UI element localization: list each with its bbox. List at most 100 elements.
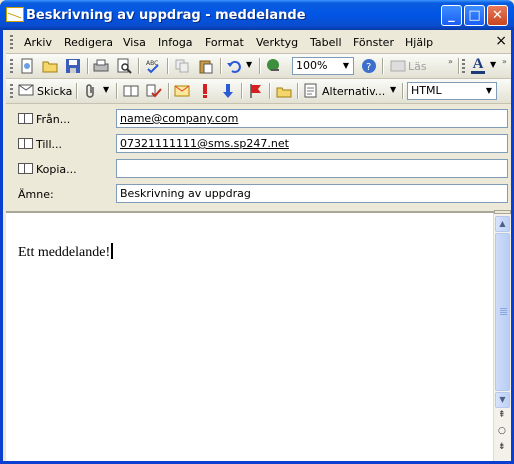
toolbar-separator xyxy=(382,58,383,74)
font-color-icon[interactable]: A xyxy=(471,56,485,74)
select-browse-object-icon[interactable]: ○ xyxy=(498,426,506,436)
close-document-button[interactable]: × xyxy=(495,33,507,49)
address-book-icon xyxy=(18,113,33,124)
split-box[interactable] xyxy=(494,210,511,214)
next-page-icon[interactable]: ⇟ xyxy=(498,442,506,452)
minimize-button[interactable]: _ xyxy=(441,5,462,26)
toolbar-separator xyxy=(168,83,169,99)
text-cursor xyxy=(111,243,114,259)
send-icon xyxy=(18,84,34,96)
formatting-toolbar-chevron[interactable]: » xyxy=(502,57,507,66)
minimize-icon: _ xyxy=(448,8,455,23)
menu-verktyg[interactable]: Verktyg xyxy=(256,36,298,49)
font-color-dropdown-arrow[interactable]: ▼ xyxy=(490,60,496,69)
from-label: Från... xyxy=(36,113,71,126)
open-folder-icon[interactable] xyxy=(42,58,58,74)
cc-field[interactable] xyxy=(116,159,508,178)
to-field[interactable]: 07321111111@sms.sp247.net xyxy=(116,134,508,153)
envelope-icon xyxy=(6,7,24,22)
chevron-down-icon: ▼ xyxy=(499,395,506,404)
attach-file-icon[interactable] xyxy=(83,83,99,99)
menu-arkiv[interactable]: Arkiv xyxy=(24,36,52,49)
menu-bar: Arkiv Redigera Visa Infoga Format Verkty… xyxy=(6,31,511,54)
toolbar-options-chevron[interactable]: » xyxy=(448,57,453,66)
cc-label: Kopia... xyxy=(36,163,77,176)
address-book-icon xyxy=(18,138,33,149)
permission-folder-icon[interactable] xyxy=(276,83,292,99)
formatting-toolbar-grip[interactable] xyxy=(462,59,465,73)
print-icon[interactable] xyxy=(93,58,109,74)
body-text-content: Ett meddelande! xyxy=(18,245,111,260)
to-label: Till... xyxy=(36,138,63,151)
window-title: Beskrivning av uppdrag - meddelande xyxy=(26,8,306,23)
zoom-dropdown-arrow[interactable]: ▼ xyxy=(340,59,352,73)
scroll-down-button[interactable]: ▼ xyxy=(495,392,510,408)
toolbar-separator xyxy=(241,83,242,99)
zoom-select[interactable]: 100% ▼ xyxy=(292,57,354,75)
previous-page-icon[interactable]: ⇞ xyxy=(498,410,506,420)
toolbar-separator xyxy=(76,83,77,99)
to-button[interactable]: Till... xyxy=(18,138,62,151)
toolbar-separator xyxy=(167,58,168,74)
check-names-icon[interactable] xyxy=(146,83,162,99)
to-value: 07321111111@sms.sp247.net xyxy=(120,137,289,150)
save-icon[interactable] xyxy=(65,58,81,74)
options-button[interactable]: Alternativ... ▼ xyxy=(304,82,398,100)
menubar-grip[interactable] xyxy=(10,35,13,49)
toolbar-separator xyxy=(116,83,117,99)
message-format-value: HTML xyxy=(411,84,442,97)
read-mode-label[interactable]: Läs xyxy=(408,60,427,73)
menu-tabell[interactable]: Tabell xyxy=(310,36,342,49)
mail-toolbar-grip[interactable] xyxy=(10,84,13,98)
insert-hyperlink-icon[interactable] xyxy=(266,58,282,74)
title-bar[interactable]: Beskrivning av uppdrag - meddelande _ □ … xyxy=(0,0,514,30)
from-button[interactable]: Från... xyxy=(18,113,70,126)
follow-up-flag-icon[interactable] xyxy=(248,83,264,99)
toolbar-separator xyxy=(297,83,298,99)
close-button[interactable]: ✕ xyxy=(487,5,508,26)
toolbar-separator xyxy=(138,58,139,74)
svg-text:?: ? xyxy=(366,62,371,73)
toolbar-separator xyxy=(458,58,459,74)
spelling-icon[interactable]: ABC xyxy=(145,58,161,74)
vertical-scrollbar[interactable]: ▲ ▼ ⇞ ○ ⇟ xyxy=(493,210,511,461)
menu-fonster[interactable]: Fönster xyxy=(353,36,394,49)
message-format-dropdown-arrow[interactable]: ▼ xyxy=(483,84,495,98)
print-preview-icon[interactable] xyxy=(116,58,132,74)
undo-icon[interactable] xyxy=(226,58,242,74)
message-body[interactable]: Ett meddelande! ▲ ▼ ⇞ ○ ⇟ xyxy=(6,210,511,461)
menu-redigera[interactable]: Redigera xyxy=(64,36,113,49)
help-icon[interactable]: ? xyxy=(361,58,377,74)
cc-button[interactable]: Kopia... xyxy=(18,163,77,176)
copy-icon[interactable] xyxy=(174,58,190,74)
zoom-value: 100% xyxy=(296,59,328,72)
menu-infoga[interactable]: Infoga xyxy=(158,36,193,49)
message-options-icon[interactable] xyxy=(174,83,190,99)
low-importance-icon[interactable] xyxy=(220,83,236,99)
attach-dropdown-arrow[interactable]: ▼ xyxy=(103,85,109,94)
new-document-icon[interactable] xyxy=(19,58,35,74)
toolbar-separator xyxy=(220,58,221,74)
menu-visa[interactable]: Visa xyxy=(123,36,146,49)
from-field[interactable]: name@company.com xyxy=(116,109,508,128)
scroll-thumb[interactable] xyxy=(495,233,510,391)
address-book-icon xyxy=(18,163,33,174)
toolbar-grip[interactable] xyxy=(10,59,13,73)
address-book-icon[interactable] xyxy=(123,83,139,99)
chevron-up-icon: ▲ xyxy=(499,219,506,228)
maximize-icon: □ xyxy=(468,8,481,23)
message-body-text[interactable]: Ett meddelande! xyxy=(18,243,114,261)
scroll-up-button[interactable]: ▲ xyxy=(495,216,510,232)
toolbar-separator xyxy=(259,58,260,74)
subject-value: Beskrivning av uppdrag xyxy=(120,187,251,200)
maximize-button[interactable]: □ xyxy=(464,5,485,26)
menu-format[interactable]: Format xyxy=(205,36,244,49)
high-importance-icon[interactable] xyxy=(197,83,213,99)
undo-dropdown-arrow[interactable]: ▼ xyxy=(246,60,252,69)
send-label: Skicka xyxy=(37,85,73,98)
subject-field[interactable]: Beskrivning av uppdrag xyxy=(116,184,508,203)
message-format-select[interactable]: HTML ▼ xyxy=(407,82,497,100)
menu-hjalp[interactable]: Hjälp xyxy=(405,36,433,49)
read-mode-icon[interactable] xyxy=(390,58,406,74)
paste-icon[interactable] xyxy=(198,58,214,74)
